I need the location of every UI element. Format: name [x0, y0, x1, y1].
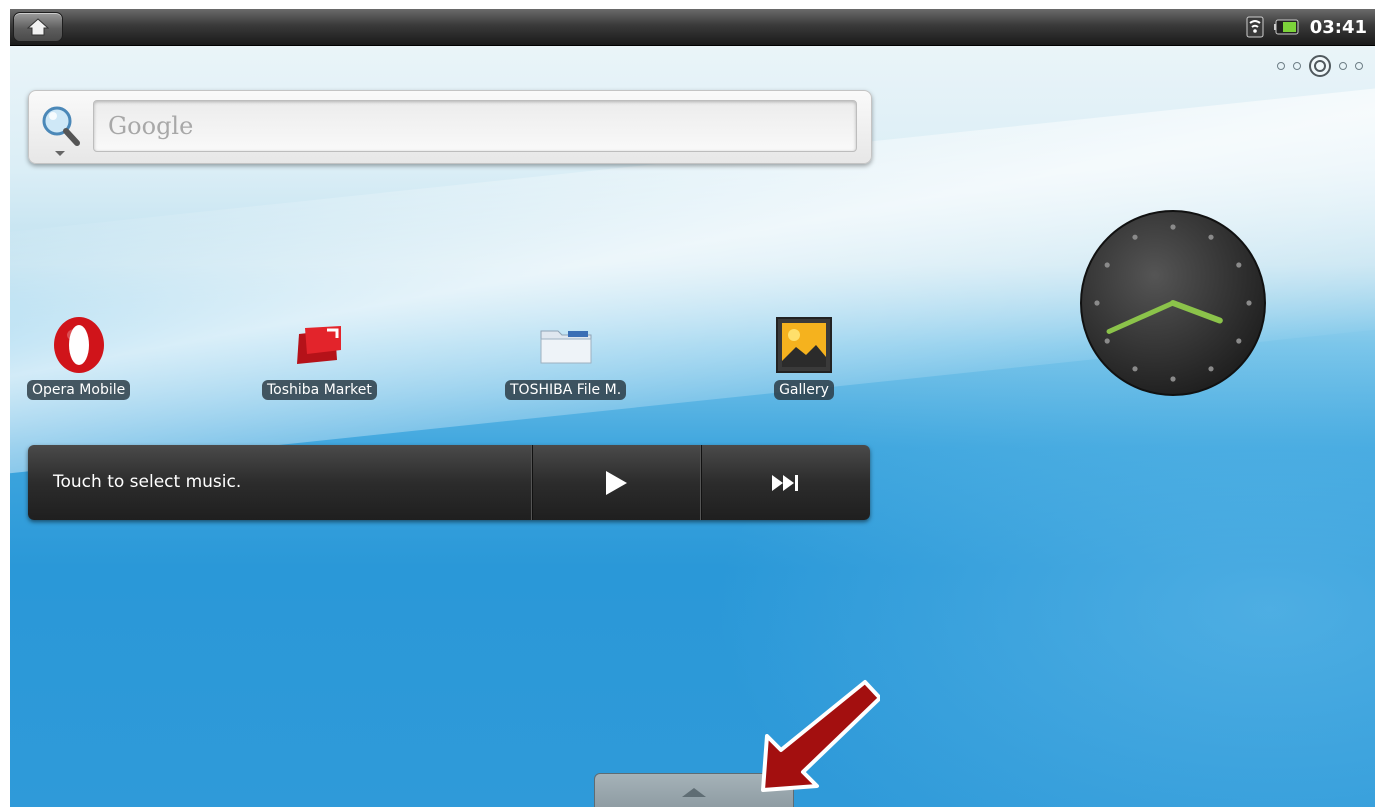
- clock-tick: [1094, 300, 1100, 306]
- page-dot-active[interactable]: [1309, 55, 1331, 77]
- clock-tick: [1236, 338, 1242, 344]
- shortcut-opera-mobile[interactable]: Opera Mobile: [27, 313, 131, 400]
- shortcut-label: Opera Mobile: [27, 380, 131, 400]
- clock-tick: [1208, 234, 1214, 240]
- analog-clock-widget[interactable]: [1079, 209, 1267, 397]
- clock-tick: [1246, 300, 1252, 306]
- clock-tick: [1236, 262, 1242, 268]
- page-dot[interactable]: [1277, 62, 1285, 70]
- page-dot[interactable]: [1339, 62, 1347, 70]
- next-track-button[interactable]: [701, 445, 870, 520]
- clock-tick: [1104, 338, 1110, 344]
- shortcut-label: TOSHIBA File M.: [505, 380, 627, 400]
- page-indicator: [1277, 55, 1363, 77]
- annotation-arrow-icon: [761, 680, 880, 792]
- toshiba-market-icon: [297, 326, 342, 364]
- home-button[interactable]: [13, 12, 63, 42]
- music-widget[interactable]: Touch to select music.: [28, 445, 870, 520]
- home-screen: 03:41 Opera Mobile: [10, 9, 1375, 807]
- clock-tick: [1132, 234, 1138, 240]
- gallery-icon: [776, 317, 832, 373]
- wifi-icon: [1246, 16, 1264, 38]
- play-button[interactable]: [532, 445, 700, 520]
- battery-icon: [1273, 19, 1299, 35]
- google-search-widget: [28, 90, 872, 164]
- shortcut-label: Gallery: [774, 380, 834, 400]
- folder-icon: [540, 330, 592, 364]
- shortcut-gallery[interactable]: Gallery: [772, 313, 836, 400]
- clock-tick: [1104, 262, 1110, 268]
- shortcut-label: Toshiba Market: [262, 380, 377, 400]
- shortcut-toshiba-file-manager[interactable]: TOSHIBA File M.: [505, 313, 627, 400]
- page-dot[interactable]: [1355, 62, 1363, 70]
- skip-next-icon: [771, 474, 798, 491]
- opera-icon: [53, 317, 104, 373]
- status-time: 03:41: [1309, 16, 1367, 38]
- search-engine-dropdown-icon[interactable]: [55, 151, 65, 156]
- clock-tick: [1208, 366, 1214, 372]
- clock-tick: [1170, 376, 1176, 382]
- clock-tick: [1132, 366, 1138, 372]
- status-bar: 03:41: [10, 9, 1375, 46]
- page-dot[interactable]: [1293, 62, 1301, 70]
- play-icon: [606, 470, 627, 495]
- music-prompt[interactable]: Touch to select music.: [53, 472, 241, 492]
- search-input[interactable]: [93, 100, 857, 152]
- shortcut-toshiba-market[interactable]: Toshiba Market: [262, 313, 377, 400]
- clock-tick: [1170, 224, 1176, 230]
- magnifier-icon[interactable]: [39, 103, 83, 149]
- home-icon: [27, 18, 49, 36]
- drawer-up-arrow-icon: [682, 788, 706, 797]
